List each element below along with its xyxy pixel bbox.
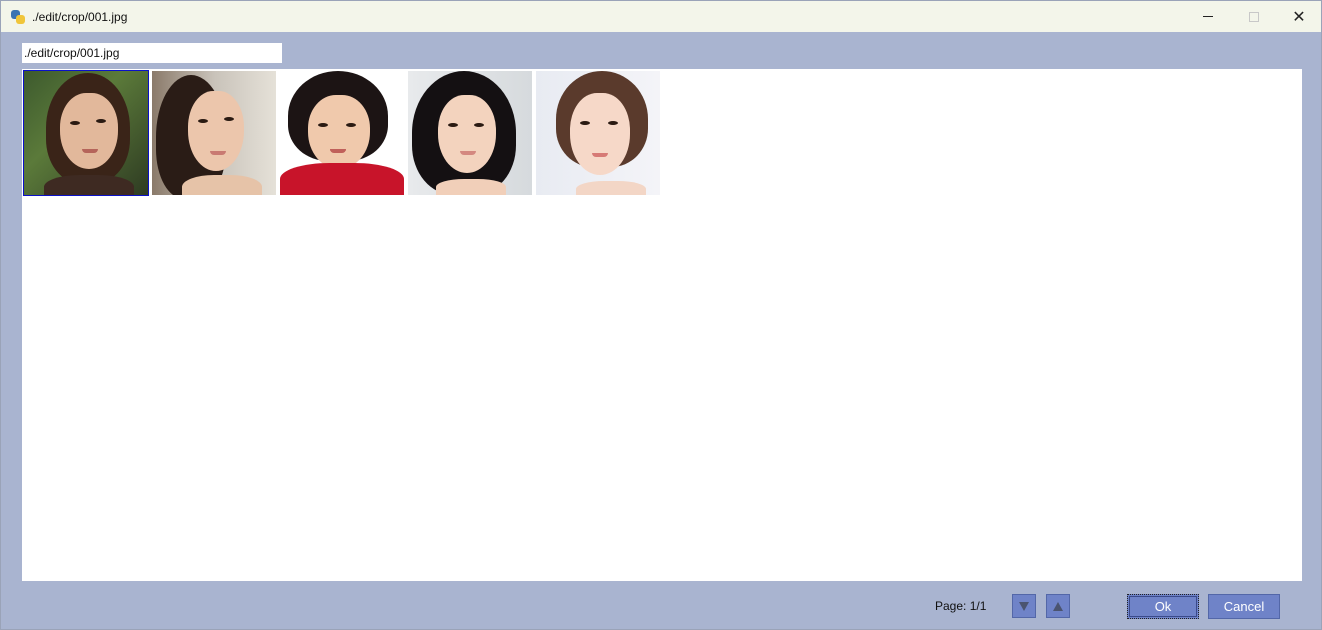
triangle-up-icon <box>1053 601 1063 611</box>
minimize-icon <box>1203 16 1213 17</box>
app-window: ./edit/crop/001.jpg ✕ ./edit/crop/001.jp… <box>0 0 1322 630</box>
window-title: ./edit/crop/001.jpg <box>32 9 128 24</box>
close-button[interactable]: ✕ <box>1276 1 1322 32</box>
title-bar[interactable]: ./edit/crop/001.jpg ✕ <box>1 1 1321 32</box>
page-indicator: Page: 1/1 <box>935 599 987 613</box>
cancel-button[interactable]: Cancel <box>1208 594 1280 619</box>
close-icon: ✕ <box>1292 8 1306 26</box>
thumbnail-item[interactable] <box>408 71 532 195</box>
python-icon <box>10 9 26 25</box>
thumbnail-grid <box>22 69 1302 581</box>
ok-button[interactable]: Ok <box>1127 594 1199 619</box>
thumbnail-item[interactable] <box>536 71 660 195</box>
thumbnail-item[interactable] <box>280 71 404 195</box>
minimize-button[interactable] <box>1185 1 1231 32</box>
path-input[interactable] <box>22 43 282 63</box>
triangle-down-icon <box>1019 601 1029 611</box>
thumbnail-item[interactable] <box>23 70 149 196</box>
page-up-button[interactable] <box>1046 594 1070 618</box>
maximize-icon <box>1249 11 1259 22</box>
thumbnail-item[interactable] <box>152 71 276 195</box>
maximize-button[interactable] <box>1231 1 1277 32</box>
page-down-button[interactable] <box>1012 594 1036 618</box>
